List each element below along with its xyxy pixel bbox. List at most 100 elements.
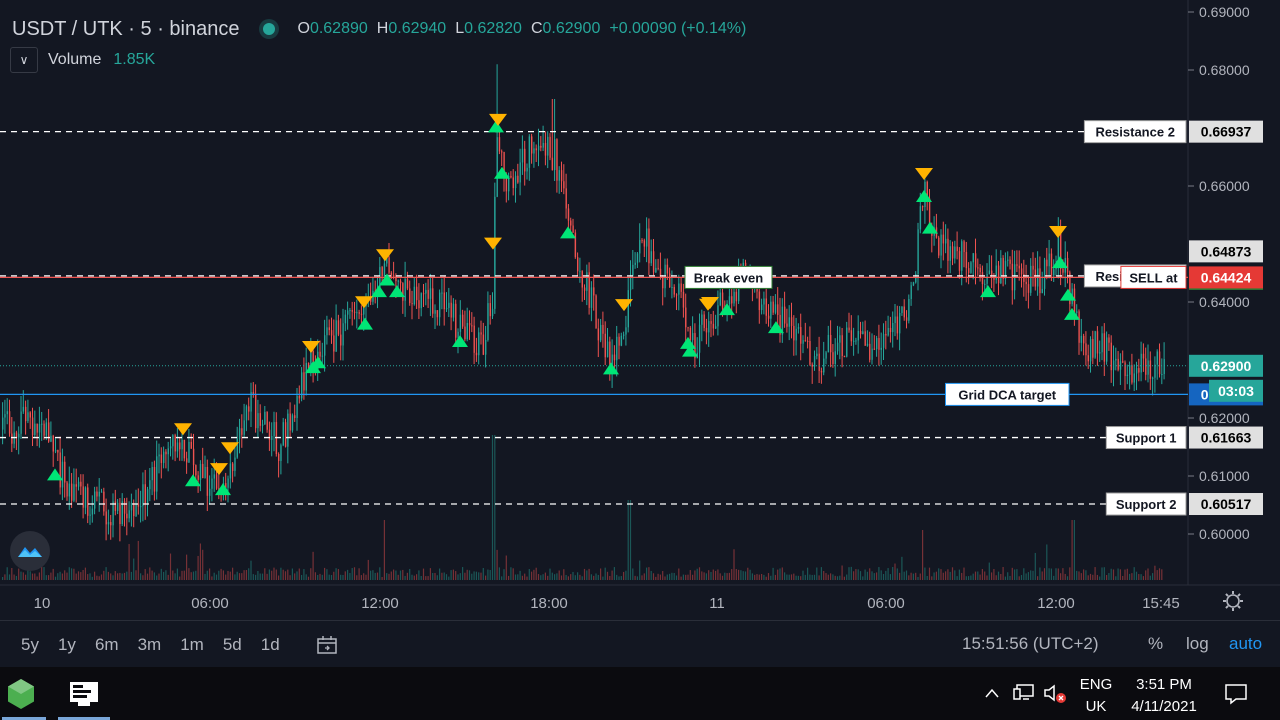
candle-body <box>133 502 135 517</box>
price-tag-0: 0.64873 <box>1201 243 1252 259</box>
range-1m[interactable]: 1m <box>180 635 204 655</box>
candle-body <box>280 445 282 461</box>
candle-body <box>330 330 333 336</box>
volume-bar <box>924 567 926 580</box>
volume-bar <box>452 569 454 580</box>
volume-bar <box>802 570 804 580</box>
volume-bar <box>261 573 264 580</box>
candle-body <box>908 299 910 321</box>
volume-bar <box>365 574 367 580</box>
language-indicator[interactable]: ENG <box>1076 676 1116 693</box>
volume-bar <box>922 530 924 580</box>
candle-body <box>243 420 245 435</box>
low-key: L <box>455 20 465 37</box>
volume-bar <box>1002 567 1004 580</box>
volume-bar <box>595 573 597 580</box>
system-date[interactable]: 4/11/2021 <box>1118 698 1210 715</box>
volume-bar <box>8 574 11 580</box>
candle-body <box>892 323 894 333</box>
volume-bar <box>89 573 91 580</box>
volume-bar <box>1154 565 1156 580</box>
x-tick-label: 10 <box>34 595 51 612</box>
sell-marker <box>484 237 502 250</box>
volume-bar <box>1133 567 1135 580</box>
candle-body <box>268 429 271 440</box>
range-3m[interactable]: 3m <box>138 635 162 655</box>
volume-bar <box>710 571 712 580</box>
volume-bar <box>912 573 914 580</box>
candle-body <box>928 198 931 226</box>
candle-body <box>489 303 491 317</box>
volume-bar <box>284 571 287 580</box>
candle-body <box>535 148 537 151</box>
volume-bar <box>4 574 6 580</box>
volume-bar <box>1062 568 1064 580</box>
price-chart[interactable]: 0.69000 0.68000 0.66000 0.64000 0.62000 0.610… <box>0 0 1280 620</box>
candle-body <box>84 487 87 508</box>
range-1y[interactable]: 1y <box>58 635 76 655</box>
symbol-title[interactable]: USDT / UTK · 5 · binance <box>12 18 239 41</box>
volume-bar <box>583 568 586 580</box>
candle-body <box>871 348 873 360</box>
candle-body <box>409 288 411 304</box>
volume-bar <box>215 574 218 580</box>
range-5d[interactable]: 5d <box>223 635 242 655</box>
volume-bar <box>554 574 556 580</box>
goto-date-icon[interactable] <box>316 635 338 655</box>
tradingview-logo-icon[interactable] <box>10 531 50 571</box>
candle-body <box>866 343 869 346</box>
range-6m[interactable]: 6m <box>95 635 119 655</box>
volume-bar <box>381 576 383 580</box>
candle-body <box>18 433 20 438</box>
settings-gear-icon[interactable] <box>1223 591 1243 611</box>
candle-body <box>50 435 52 442</box>
candle-body <box>473 325 475 353</box>
volume-bar <box>100 574 103 580</box>
candle-body <box>528 136 531 168</box>
volume-bar <box>195 570 197 580</box>
volume-bar <box>623 571 625 580</box>
candle-body <box>94 491 96 509</box>
volume-bar <box>383 520 385 580</box>
candle-body <box>991 270 993 276</box>
candle-body <box>73 484 75 501</box>
volume-bar <box>68 567 70 580</box>
volume-bar <box>524 573 526 580</box>
volume-bar <box>314 572 316 580</box>
volume-bar <box>337 569 339 580</box>
hexagon-app-icon[interactable] <box>6 678 36 710</box>
candle-body <box>627 290 629 328</box>
system-time[interactable]: 3:51 PM <box>1124 676 1204 693</box>
volume-bar <box>2 576 4 580</box>
candle-body <box>1140 353 1142 373</box>
percent-scale-toggle[interactable]: % <box>1148 634 1163 654</box>
auto-scale-toggle[interactable]: auto <box>1229 634 1262 654</box>
volume-bar <box>521 575 523 580</box>
range-1d[interactable]: 1d <box>261 635 280 655</box>
volume-bar <box>878 567 880 580</box>
x-tick-label: 06:00 <box>191 595 229 612</box>
range-5y[interactable]: 5y <box>21 635 39 655</box>
notifications-icon[interactable] <box>1224 682 1248 706</box>
network-icon[interactable] <box>1013 683 1035 703</box>
volume-bar <box>468 570 471 580</box>
chevron-down-icon[interactable]: ∨ <box>10 47 38 73</box>
candle-body <box>917 229 919 275</box>
volume-bar <box>938 568 940 580</box>
volume-bar <box>744 571 747 580</box>
speaker-muted-icon[interactable] <box>1043 683 1067 705</box>
candle-body <box>581 271 583 288</box>
chevron-up-icon[interactable] <box>985 687 999 699</box>
remote-desktop-icon[interactable] <box>68 680 102 708</box>
volume-bar <box>199 543 201 580</box>
chart-area[interactable]: 0.69000 0.68000 0.66000 0.64000 0.62000 0.610… <box>0 0 1280 620</box>
volume-bar <box>192 571 195 580</box>
candle-body <box>126 513 128 519</box>
volume-bar <box>1009 575 1011 580</box>
keyboard-layout[interactable]: UK <box>1076 698 1116 715</box>
candle-body <box>1152 377 1154 379</box>
volume-bar <box>597 574 599 580</box>
candle-body <box>381 267 383 277</box>
clock-timezone[interactable]: 15:51:56 (UTC+2) <box>962 634 1099 654</box>
log-scale-toggle[interactable]: log <box>1186 634 1209 654</box>
